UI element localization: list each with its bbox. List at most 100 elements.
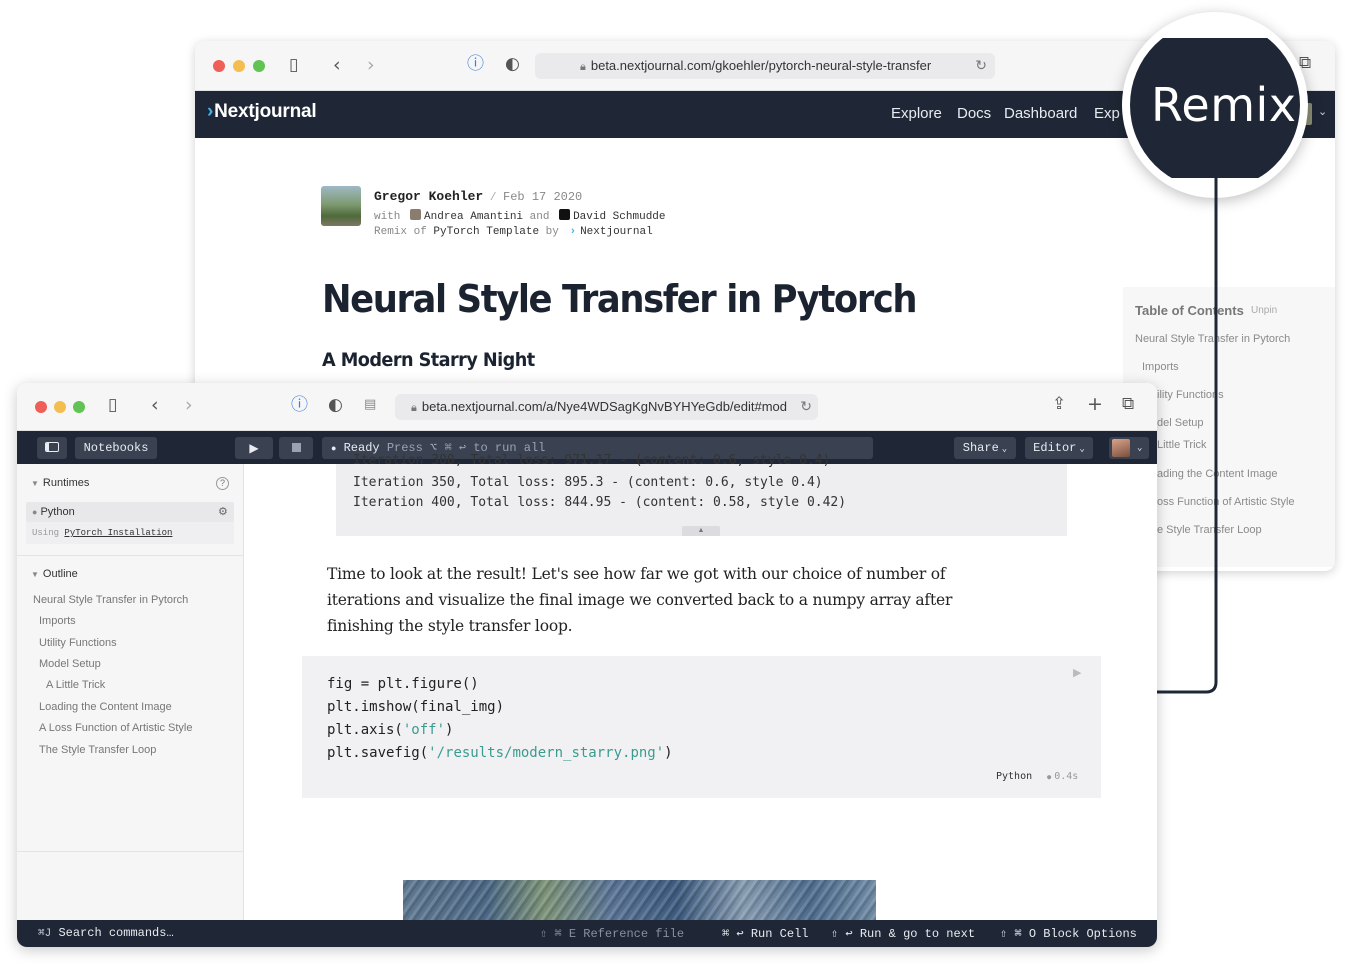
maximize-window-button[interactable] <box>73 401 85 413</box>
back-arrow-icon[interactable]: ‹ <box>151 396 159 415</box>
toggle-sidebar-button[interactable] <box>37 437 67 459</box>
address-bar[interactable]: 🔒︎ beta.nextjournal.com/a/Nye4WDSagKgNvBY… <box>395 394 818 420</box>
new-tab-icon[interactable]: + <box>1087 395 1103 414</box>
share-icon[interactable]: ⇪ <box>1052 396 1066 413</box>
run-cell-icon[interactable]: ▶ <box>1073 666 1081 679</box>
toc-item[interactable]: Imports <box>1142 361 1179 373</box>
stop-button[interactable] <box>279 437 313 459</box>
shield-icon[interactable]: ◐ <box>328 397 343 414</box>
lock-icon: 🔒︎ <box>411 401 417 414</box>
sidebar-toggle-icon[interactable]: ▯ <box>108 397 117 414</box>
environment-link[interactable]: PyTorch Installation <box>64 528 172 538</box>
shield-icon[interactable]: ◐ <box>505 56 520 73</box>
reference-file-shortcut[interactable]: ⇧ ⌘ E Reference file <box>540 926 684 941</box>
toc-item[interactable]: Neural Style Transfer in Pytorch <box>1135 333 1290 345</box>
toc-item[interactable]: e Style Transfer Loop <box>1157 524 1262 536</box>
maximize-window-button[interactable] <box>253 60 265 72</box>
divider <box>17 851 243 852</box>
toc-item[interactable]: ading the Content Image <box>1157 468 1277 480</box>
paragraph-line: iterations and visualize the final image… <box>327 591 953 609</box>
outline-item[interactable]: Model Setup <box>39 658 101 670</box>
toc-item[interactable]: ility Functions <box>1157 389 1224 401</box>
sidebar-panel-icon <box>45 442 59 452</box>
run-go-next-shortcut[interactable]: ⇧ ↩ Run & go to next <box>831 926 975 941</box>
minimize-window-button[interactable] <box>54 401 66 413</box>
minimize-window-button[interactable] <box>233 60 245 72</box>
back-arrow-icon[interactable]: ‹ <box>333 56 341 75</box>
nav-dashboard[interactable]: Dashboard <box>1004 105 1077 122</box>
front-browser-window: ▯ ‹ › ⓘ ◐ ▤ 🔒︎ beta.nextjournal.com/a/Nye… <box>17 383 1157 947</box>
nav-explore[interactable]: Explore <box>891 105 942 122</box>
editor-dropdown[interactable]: Editor ⌄ <box>1025 437 1093 459</box>
article-subtitle: A Modern Starry Night <box>322 349 535 371</box>
template-author-link[interactable]: Nextjournal <box>580 226 653 238</box>
code-cell[interactable]: ▶ fig = plt.figure() plt.imshow(final_im… <box>302 656 1101 798</box>
toc-item[interactable]: Little Trick <box>1157 439 1207 451</box>
forward-arrow-icon[interactable]: › <box>367 56 375 75</box>
author-avatar[interactable] <box>321 186 361 226</box>
coauthor-avatar <box>410 209 422 220</box>
search-commands-input[interactable]: ⌘J Search commands… <box>38 926 174 940</box>
address-bar[interactable]: 🔒︎ beta.nextjournal.com/gkoehler/pytorch-… <box>535 53 995 79</box>
command-bar: ⌘J Search commands… ⇧ ⌘ E Reference file… <box>17 920 1157 947</box>
play-icon: ▶ <box>249 441 259 455</box>
result-image-starry-night <box>403 880 876 920</box>
password-manager-icon[interactable]: ⓘ <box>291 397 308 414</box>
coauthor-name[interactable]: Andrea Amantini <box>424 211 523 223</box>
outline-item[interactable]: Utility Functions <box>39 637 117 649</box>
template-link[interactable]: PyTorch Template <box>433 226 539 238</box>
code-line: fig = plt.figure() <box>327 676 479 692</box>
close-window-button[interactable] <box>35 401 47 413</box>
run-all-button[interactable]: ▶ <box>235 437 273 459</box>
block-options-shortcut[interactable]: ⇧ ⌘ O Block Options <box>1000 926 1137 941</box>
outline-item[interactable]: A Loss Function of Artistic Style <box>39 722 192 734</box>
share-dropdown[interactable]: Share ⌄ <box>954 437 1016 459</box>
toc-item[interactable]: del Setup <box>1157 417 1203 429</box>
paragraph-line: Time to look at the result! Let's see ho… <box>327 565 946 583</box>
runtime-python[interactable]: ● Python ⚙ <box>26 502 234 522</box>
paragraph-line: finishing the style transfer loop. <box>327 617 573 635</box>
status-dot-icon: ● <box>331 444 337 454</box>
remix-magnifier-lens: Remix <box>1130 20 1300 190</box>
author-name[interactable]: Gregor Koehler <box>374 189 483 204</box>
code-line: plt.imshow(final_img) <box>327 699 505 715</box>
article-title: Neural Style Transfer in Pytorch <box>322 277 918 321</box>
forward-arrow-icon[interactable]: › <box>185 396 193 415</box>
cell-duration: ● 0.4s <box>1047 771 1079 782</box>
stop-icon <box>291 443 301 452</box>
outline-item[interactable]: Loading the Content Image <box>39 701 172 713</box>
reload-icon[interactable]: ↻ <box>975 53 987 79</box>
nav-docs[interactable]: Docs <box>957 105 991 122</box>
cell-language[interactable]: Python <box>996 771 1032 782</box>
user-avatar <box>1112 439 1130 457</box>
remix-button[interactable]: Remix <box>1151 78 1297 132</box>
runtimes-section-toggle[interactable]: ▼ Runtimes <box>31 477 89 489</box>
outline-item[interactable]: Neural Style Transfer in Pytorch <box>33 594 188 606</box>
sidebar-toggle-icon[interactable]: ▯ <box>289 57 298 74</box>
nav-explore-truncated[interactable]: Exp <box>1094 105 1120 122</box>
tabs-overview-icon[interactable]: ⧉ <box>1122 396 1134 413</box>
outline-item[interactable]: The Style Transfer Loop <box>39 744 156 756</box>
password-manager-icon[interactable]: ⓘ <box>467 56 484 73</box>
run-cell-shortcut[interactable]: ⌘ ↩ Run Cell <box>722 926 808 941</box>
reader-icon[interactable]: ▤ <box>364 398 376 411</box>
notebooks-button[interactable]: Notebooks <box>75 437 157 459</box>
chevron-down-icon[interactable]: ⌄ <box>1318 105 1327 118</box>
reload-icon[interactable]: ↻ <box>796 394 812 420</box>
close-window-button[interactable] <box>213 60 225 72</box>
toc-unpin-button[interactable]: Unpin <box>1251 305 1277 316</box>
toc-item[interactable]: oss Function of Artistic Style <box>1157 496 1295 508</box>
outline-section-toggle[interactable]: ▼ Outline <box>31 568 78 580</box>
code-line: plt.axis('off') <box>327 722 454 738</box>
nextjournal-chevron-icon: › <box>569 226 577 238</box>
help-icon[interactable]: ? <box>216 477 229 490</box>
nextjournal-logo[interactable]: ›Nextjournal <box>207 101 317 123</box>
outline-item[interactable]: A Little Trick <box>46 679 105 691</box>
coauthor-avatar <box>559 209 571 220</box>
collapse-output-button[interactable]: ▲ <box>682 526 720 536</box>
coauthor-name[interactable]: David Schmudde <box>573 211 665 223</box>
output-line: Iteration 300, Total loss: 971.17 - (con… <box>353 453 831 468</box>
user-menu[interactable]: ⌄ <box>1109 437 1149 459</box>
gear-icon[interactable]: ⚙ <box>218 505 228 518</box>
outline-item[interactable]: Imports <box>39 615 76 627</box>
